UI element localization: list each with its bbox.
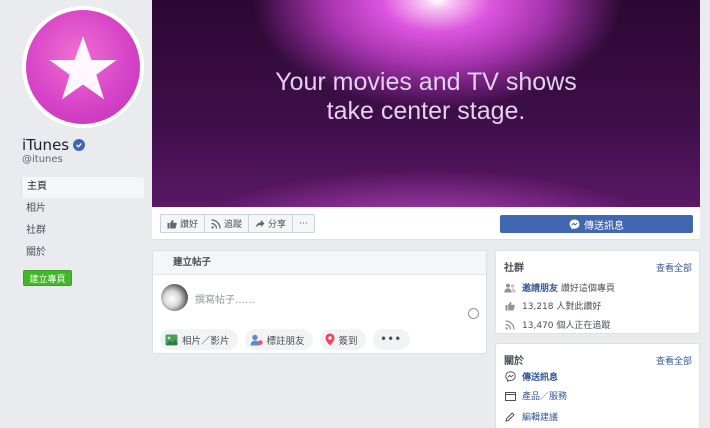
rss-icon — [504, 319, 516, 331]
like-label: 讚好 — [180, 220, 199, 230]
follows-count: 13,470 個人正在追蹤 — [522, 321, 611, 331]
messenger-icon — [504, 371, 516, 383]
page-title[interactable]: iTunes — [22, 136, 86, 154]
community-card: 社群 查看全部 邀請朋友 讚好這個專頁 13,218 人對此讚好 13,470 … — [495, 250, 700, 334]
emoji-icon[interactable] — [468, 308, 479, 319]
follow-button[interactable]: 追蹤 — [205, 215, 250, 232]
likes-count: 13,218 人對此讚好 — [522, 302, 602, 312]
page-handle: @itunes — [22, 154, 63, 165]
page-action-bar: 讚好 追蹤 分享 ··· 傳送訊息 — [152, 207, 700, 240]
follows-row: 13,470 個人正在追蹤 — [504, 318, 610, 331]
share-label: 分享 — [268, 220, 287, 230]
follow-label: 追蹤 — [224, 220, 243, 230]
community-title: 社群 — [504, 263, 524, 274]
sidebar-item-community[interactable]: 社群 — [21, 221, 144, 242]
cover-text: Your movies and TV shows take center sta… — [152, 68, 700, 126]
about-title: 關於 — [504, 356, 524, 367]
sidebar-item-about[interactable]: 關於 — [21, 243, 144, 264]
star-icon — [49, 36, 117, 100]
more-options-button[interactable]: ··· — [293, 215, 314, 232]
action-button-group: 讚好 追蹤 分享 ··· — [160, 214, 315, 233]
create-page-button[interactable]: 建立專頁 — [23, 270, 72, 286]
tag-friends-label: 標註朋友 — [266, 335, 305, 347]
photo-icon — [165, 334, 178, 345]
user-avatar — [161, 284, 188, 311]
avatar — [26, 10, 140, 124]
verified-badge-icon — [73, 139, 86, 151]
messenger-icon — [569, 219, 580, 229]
invite-friends-text: 讚好這個專頁 — [560, 284, 615, 294]
about-see-all-link[interactable]: 查看全部 — [656, 354, 692, 367]
like-button[interactable]: 讚好 — [161, 215, 206, 232]
photo-video-button[interactable]: 相片／影片 — [160, 329, 238, 350]
suggest-edits-link[interactable]: 編輯建議 — [522, 410, 558, 423]
rss-icon — [211, 218, 221, 229]
check-in-button[interactable]: 簽到 — [319, 329, 366, 350]
invite-friends-row: 邀請朋友 讚好這個專頁 — [504, 281, 615, 294]
suggest-edits-row[interactable]: 編輯建議 — [504, 410, 558, 423]
page-nav: 主頁 相片 社群 關於 — [21, 177, 144, 265]
location-pin-icon — [325, 333, 335, 346]
photo-video-label: 相片／影片 — [182, 335, 230, 347]
thumbs-up-icon — [504, 300, 516, 312]
share-button[interactable]: 分享 — [249, 215, 294, 232]
page-name-text[interactable]: iTunes — [22, 136, 69, 154]
about-send-message-link[interactable]: 傳送訊息 — [522, 370, 558, 383]
tag-friends-button[interactable]: 標註朋友 — [244, 329, 313, 350]
check-in-label: 簽到 — [338, 335, 358, 347]
create-post-title: 建立帖子 — [153, 251, 486, 275]
products-link[interactable]: 產品／服務 — [522, 389, 567, 402]
cover-text-line1: Your movies and TV shows — [275, 68, 577, 96]
products-icon — [504, 390, 516, 402]
left-column: iTunes @itunes 主頁 相片 社群 關於 建立專頁 — [0, 0, 152, 428]
send-message-button[interactable]: 傳送訊息 — [500, 215, 693, 233]
share-arrow-icon — [255, 219, 265, 228]
create-post-card: 建立帖子 撰寫帖子…… 相片／影片 標註朋友 簽到 ••• — [152, 250, 487, 354]
pencil-icon — [504, 411, 516, 423]
cover-text-line2: take center stage. — [326, 97, 526, 125]
products-row[interactable]: 產品／服務 — [504, 389, 567, 402]
sidebar-item-photos[interactable]: 相片 — [21, 199, 144, 220]
community-see-all-link[interactable]: 查看全部 — [656, 261, 692, 274]
cover-photo[interactable]: Your movies and TV shows take center sta… — [152, 0, 700, 207]
more-post-options-button[interactable]: ••• — [372, 329, 410, 350]
thumbs-up-icon — [167, 219, 177, 228]
people-icon — [504, 282, 516, 294]
post-options: 相片／影片 標註朋友 簽到 ••• — [160, 329, 410, 350]
likes-row: 13,218 人對此讚好 — [504, 299, 601, 312]
about-send-message-row[interactable]: 傳送訊息 — [504, 370, 558, 383]
sidebar-item-home[interactable]: 主頁 — [21, 177, 144, 198]
profile-picture[interactable] — [22, 6, 144, 128]
invite-friends-link[interactable]: 邀請朋友 — [522, 284, 558, 294]
tag-friends-icon — [250, 334, 263, 345]
post-composer-input[interactable]: 撰寫帖子…… — [195, 291, 255, 306]
about-card: 關於 查看全部 傳送訊息 產品／服務 編輯建議 — [495, 343, 700, 428]
send-message-label: 傳送訊息 — [584, 220, 624, 232]
